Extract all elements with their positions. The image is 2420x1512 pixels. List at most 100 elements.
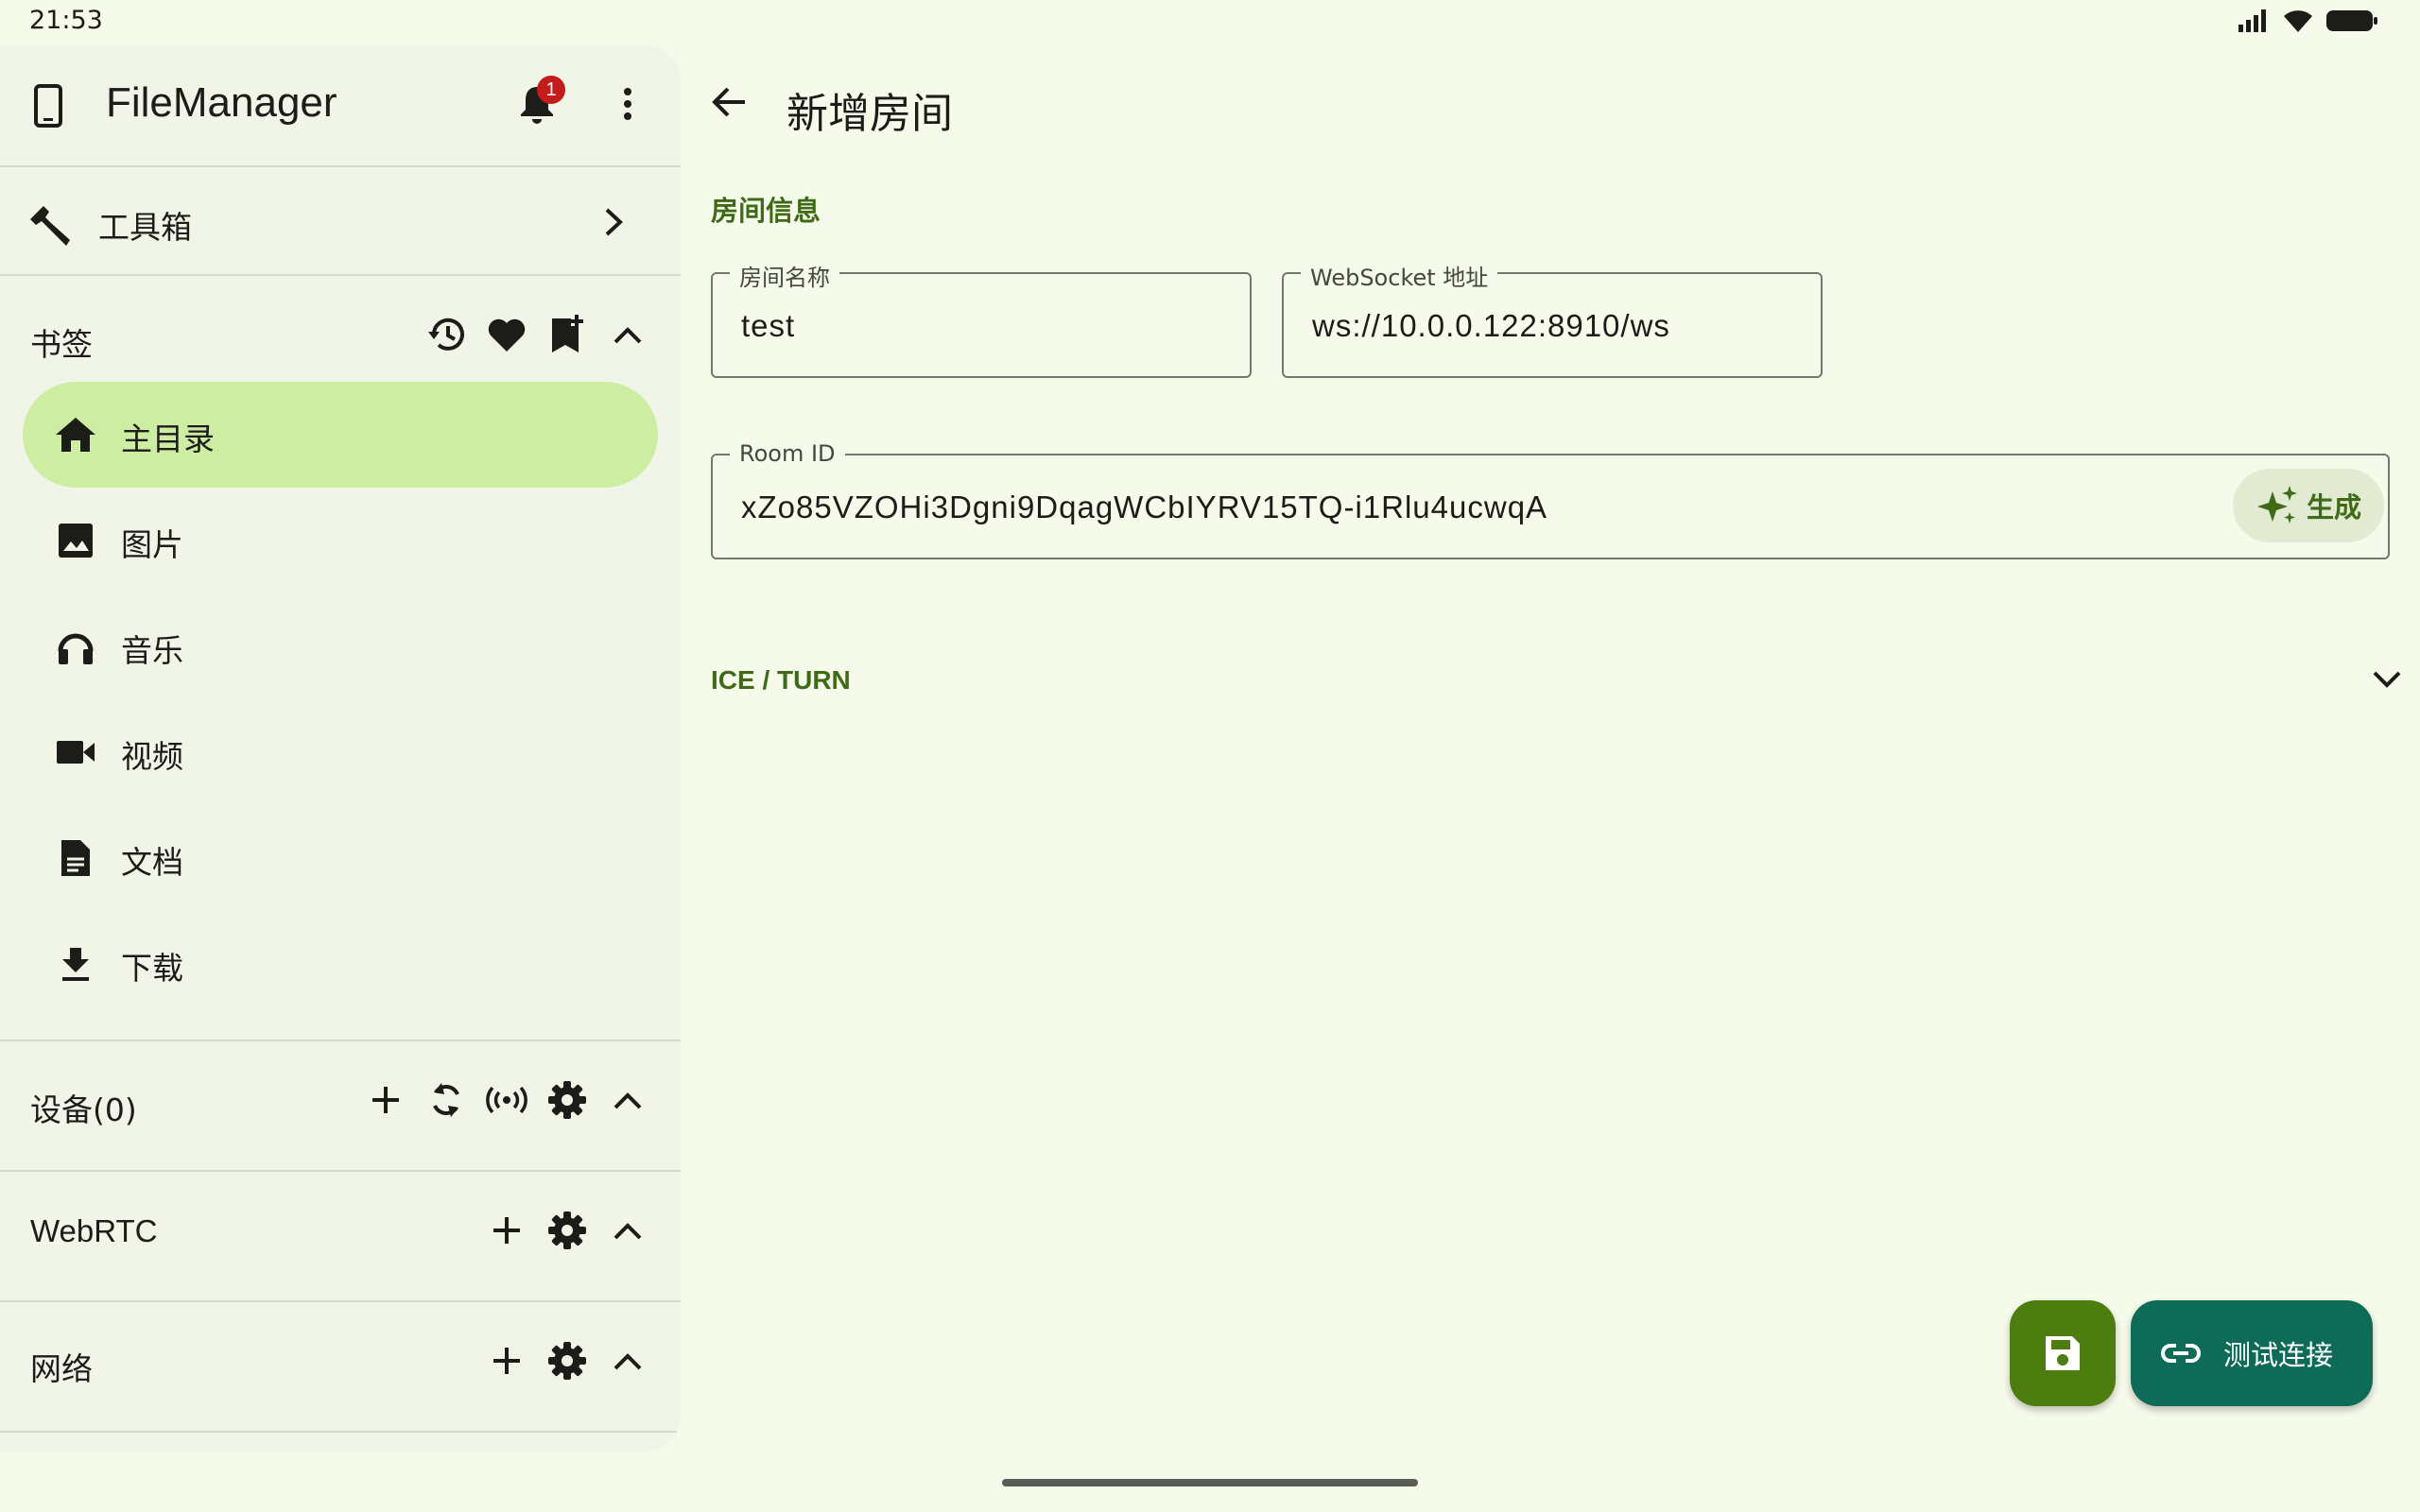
divider	[0, 1170, 681, 1172]
add-device-button[interactable]	[355, 1070, 416, 1130]
bookmark-add-icon	[552, 315, 583, 352]
nav-item-label: 音乐	[121, 632, 183, 669]
document-icon	[55, 837, 96, 879]
chevron-down-icon	[2373, 671, 2401, 688]
battery-icon	[2326, 10, 2377, 31]
add-network-button[interactable]	[476, 1331, 537, 1391]
room-info-section-title: 房间信息	[711, 195, 821, 227]
nav-item-downloads[interactable]: 下载	[23, 911, 658, 1017]
gear-icon	[548, 1211, 586, 1249]
generate-room-id-button[interactable]: 生成	[2233, 469, 2384, 542]
network-settings-button[interactable]	[537, 1331, 597, 1391]
add-bookmark-button[interactable]	[537, 304, 597, 365]
save-button[interactable]	[2010, 1300, 2116, 1406]
collapse-devices-button[interactable]	[597, 1070, 658, 1130]
nav-item-label: 图片	[121, 526, 183, 563]
network-title: 网络	[30, 1350, 93, 1387]
collapse-bookmarks-button[interactable]	[597, 304, 658, 365]
add-icon	[493, 1348, 520, 1374]
wifi-icon	[2284, 10, 2312, 32]
image-icon	[55, 520, 96, 561]
home-icon	[55, 414, 96, 455]
link-icon	[2161, 1344, 2201, 1363]
room-name-field[interactable]: 房间名称 test	[711, 259, 1252, 378]
devices-title: 设备(0)	[30, 1091, 137, 1128]
room-id-field[interactable]: Room ID xZo85VZOHi3Dgni9DqagWCbIYRV15TQ-…	[711, 440, 2390, 559]
network-actions	[476, 1331, 658, 1391]
devices-settings-button[interactable]	[537, 1070, 597, 1130]
heart-icon	[488, 318, 526, 352]
divider	[0, 165, 681, 167]
nav-item-home[interactable]: 主目录	[23, 382, 658, 488]
status-time: 21:53	[29, 6, 103, 35]
navigation-drawer: FileManager 1 工具箱 书签 主目录 图片 音乐 视频 文档 下载 …	[0, 45, 681, 1452]
nav-item-label: 文档	[121, 844, 183, 881]
chevron-up-icon	[614, 1353, 642, 1370]
system-icons	[2237, 8, 2378, 34]
divider	[0, 1040, 681, 1041]
videocam-icon	[55, 731, 96, 773]
bookmarks-title: 书签	[30, 326, 93, 363]
nav-item-label: 主目录	[121, 421, 215, 457]
room-name-value: test	[741, 308, 796, 343]
nav-item-label: 视频	[121, 738, 183, 775]
add-icon	[372, 1087, 399, 1113]
bookmarks-actions	[416, 304, 658, 365]
nav-item-pictures[interactable]: 图片	[23, 488, 658, 593]
broadcast-icon	[486, 1087, 527, 1113]
test-connection-button[interactable]: 测试连接	[2131, 1300, 2373, 1406]
more-vert-icon[interactable]	[609, 85, 647, 123]
collapse-webrtc-button[interactable]	[597, 1200, 658, 1261]
test-connection-label: 测试连接	[2223, 1339, 2334, 1371]
broadcast-button[interactable]	[476, 1070, 537, 1130]
webrtc-settings-button[interactable]	[537, 1200, 597, 1261]
history-icon	[428, 318, 464, 351]
back-arrow-icon[interactable]	[711, 83, 749, 121]
divider	[0, 1431, 681, 1433]
page-title: 新增房间	[786, 90, 953, 138]
sync-icon	[433, 1083, 459, 1117]
room-name-label: 房间名称	[730, 259, 839, 292]
wrench-icon	[30, 206, 70, 246]
gear-icon	[548, 1081, 586, 1119]
websocket-address-field[interactable]: WebSocket 地址 ws://10.0.0.122:8910/ws	[1282, 259, 1823, 378]
notification-badge: 1	[537, 76, 565, 104]
download-icon	[55, 943, 96, 985]
notifications-button[interactable]: 1	[518, 76, 565, 129]
nav-item-videos[interactable]: 视频	[23, 699, 658, 805]
app-title: FileManager	[106, 79, 337, 126]
divider	[0, 274, 681, 276]
nav-item-music[interactable]: 音乐	[23, 593, 658, 699]
refresh-devices-button[interactable]	[416, 1070, 476, 1130]
favorites-button[interactable]	[476, 304, 537, 365]
nav-item-label: 下载	[121, 950, 183, 987]
ice-turn-expander[interactable]: ICE / TURN	[711, 650, 2403, 716]
websocket-address-value: ws://10.0.0.122:8910/ws	[1312, 308, 1670, 343]
toolbox-label: 工具箱	[98, 209, 192, 246]
main-content: 新增房间 房间信息 房间名称 test WebSocket 地址 ws://10…	[681, 45, 2420, 1463]
webrtc-title: WebRTC	[30, 1213, 158, 1248]
devices-actions	[355, 1070, 658, 1130]
add-icon	[493, 1217, 520, 1244]
signal-icon	[2238, 9, 2266, 32]
sparkle-icon	[2256, 486, 2297, 524]
room-id-value: xZo85VZOHi3Dgni9DqagWCbIYRV15TQ-i1Rlu4uc…	[741, 490, 1548, 524]
history-button[interactable]	[416, 304, 476, 365]
gesture-home-bar[interactable]	[1002, 1479, 1418, 1486]
room-id-label: Room ID	[730, 440, 845, 467]
generate-label: 生成	[2306, 491, 2361, 524]
toolbox-row[interactable]: 工具箱	[0, 168, 681, 272]
webrtc-actions	[476, 1200, 658, 1261]
save-icon	[2046, 1336, 2080, 1370]
collapse-network-button[interactable]	[597, 1331, 658, 1391]
ice-turn-label: ICE / TURN	[711, 665, 851, 695]
chevron-up-icon	[614, 1092, 642, 1109]
add-webrtc-button[interactable]	[476, 1200, 537, 1261]
headphones-icon	[55, 626, 96, 667]
chevron-right-icon	[605, 208, 623, 236]
status-bar: 21:53	[0, 0, 2420, 43]
nav-item-documents[interactable]: 文档	[23, 805, 658, 911]
chevron-up-icon	[614, 327, 642, 344]
websocket-address-label: WebSocket 地址	[1301, 259, 1498, 292]
chevron-up-icon	[614, 1223, 642, 1240]
